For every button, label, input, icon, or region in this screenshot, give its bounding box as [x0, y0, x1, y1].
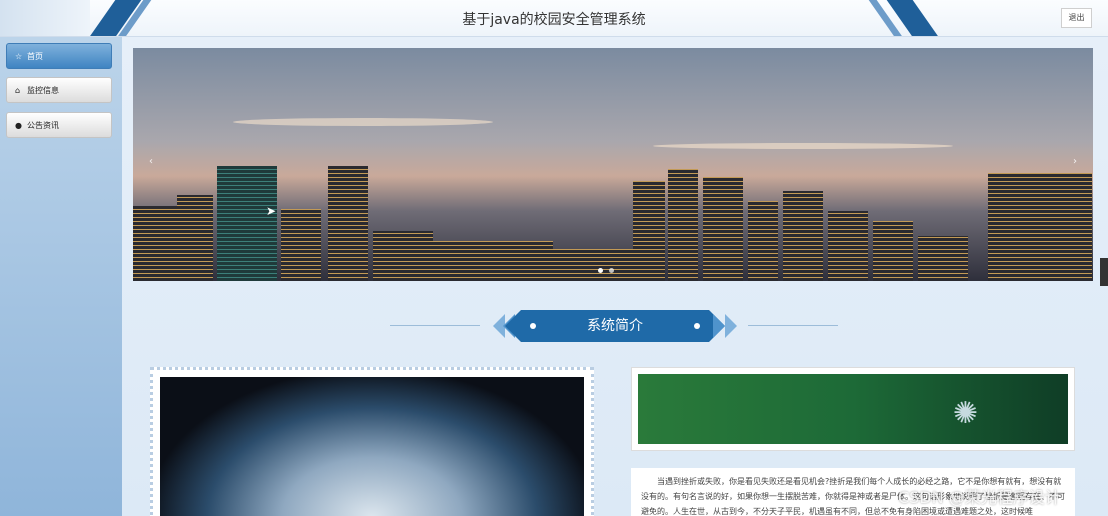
star-icon: ☆	[15, 51, 23, 61]
fireworks-image: ✺	[638, 374, 1068, 444]
sidebar-item-news[interactable]: ● 公告资讯	[6, 112, 112, 138]
sidebar-item-label: 监控信息	[27, 85, 59, 95]
section-title: 系统简介	[587, 318, 643, 334]
earth-image-frame	[150, 367, 594, 516]
logout-button[interactable]: 退出	[1061, 8, 1092, 28]
sidebar-item-monitor[interactable]: ⌂ 监控信息	[6, 77, 112, 103]
cloud-band	[233, 118, 493, 126]
sidebar-item-label: 公告资讯	[27, 120, 59, 130]
section-divider	[748, 325, 838, 326]
city-skyline-image	[133, 141, 1093, 281]
section-divider	[390, 325, 480, 326]
header-bar: 基于java的校园安全管理系统 退出	[0, 0, 1108, 37]
info-icon: ●	[15, 120, 22, 130]
image-carousel[interactable]: ‹ ›	[133, 48, 1093, 281]
home-icon: ⌂	[15, 85, 21, 95]
side-tab-handle[interactable]	[1100, 258, 1108, 286]
sidebar-item-label: 首页	[27, 51, 43, 61]
section-banner: 系统简介	[493, 310, 737, 342]
page-title: 基于java的校园安全管理系统	[462, 12, 646, 28]
carousel-dot[interactable]	[598, 268, 603, 273]
earth-image	[160, 377, 584, 516]
sidebar: ☆ 首页 ⌂ 监控信息 ● 公告资讯	[0, 37, 122, 516]
firework-icon: ✺	[952, 396, 978, 431]
sidebar-item-home[interactable]: ☆ 首页	[6, 43, 112, 69]
carousel-prev-icon[interactable]: ‹	[149, 156, 153, 167]
watermark-text: CSDN @荣光程序设计	[898, 488, 1061, 507]
carousel-next-icon[interactable]: ›	[1073, 156, 1077, 167]
fireworks-image-frame: ✺	[631, 367, 1075, 451]
carousel-dot[interactable]	[609, 268, 614, 273]
main-content: ‹ › 系统简介 ✺ 当遇到挫折或失败，你是看见失败还是看见机会?挫折是我们每个…	[122, 37, 1108, 516]
carousel-indicators	[598, 268, 614, 273]
mouse-cursor-icon: ➤	[266, 204, 277, 218]
